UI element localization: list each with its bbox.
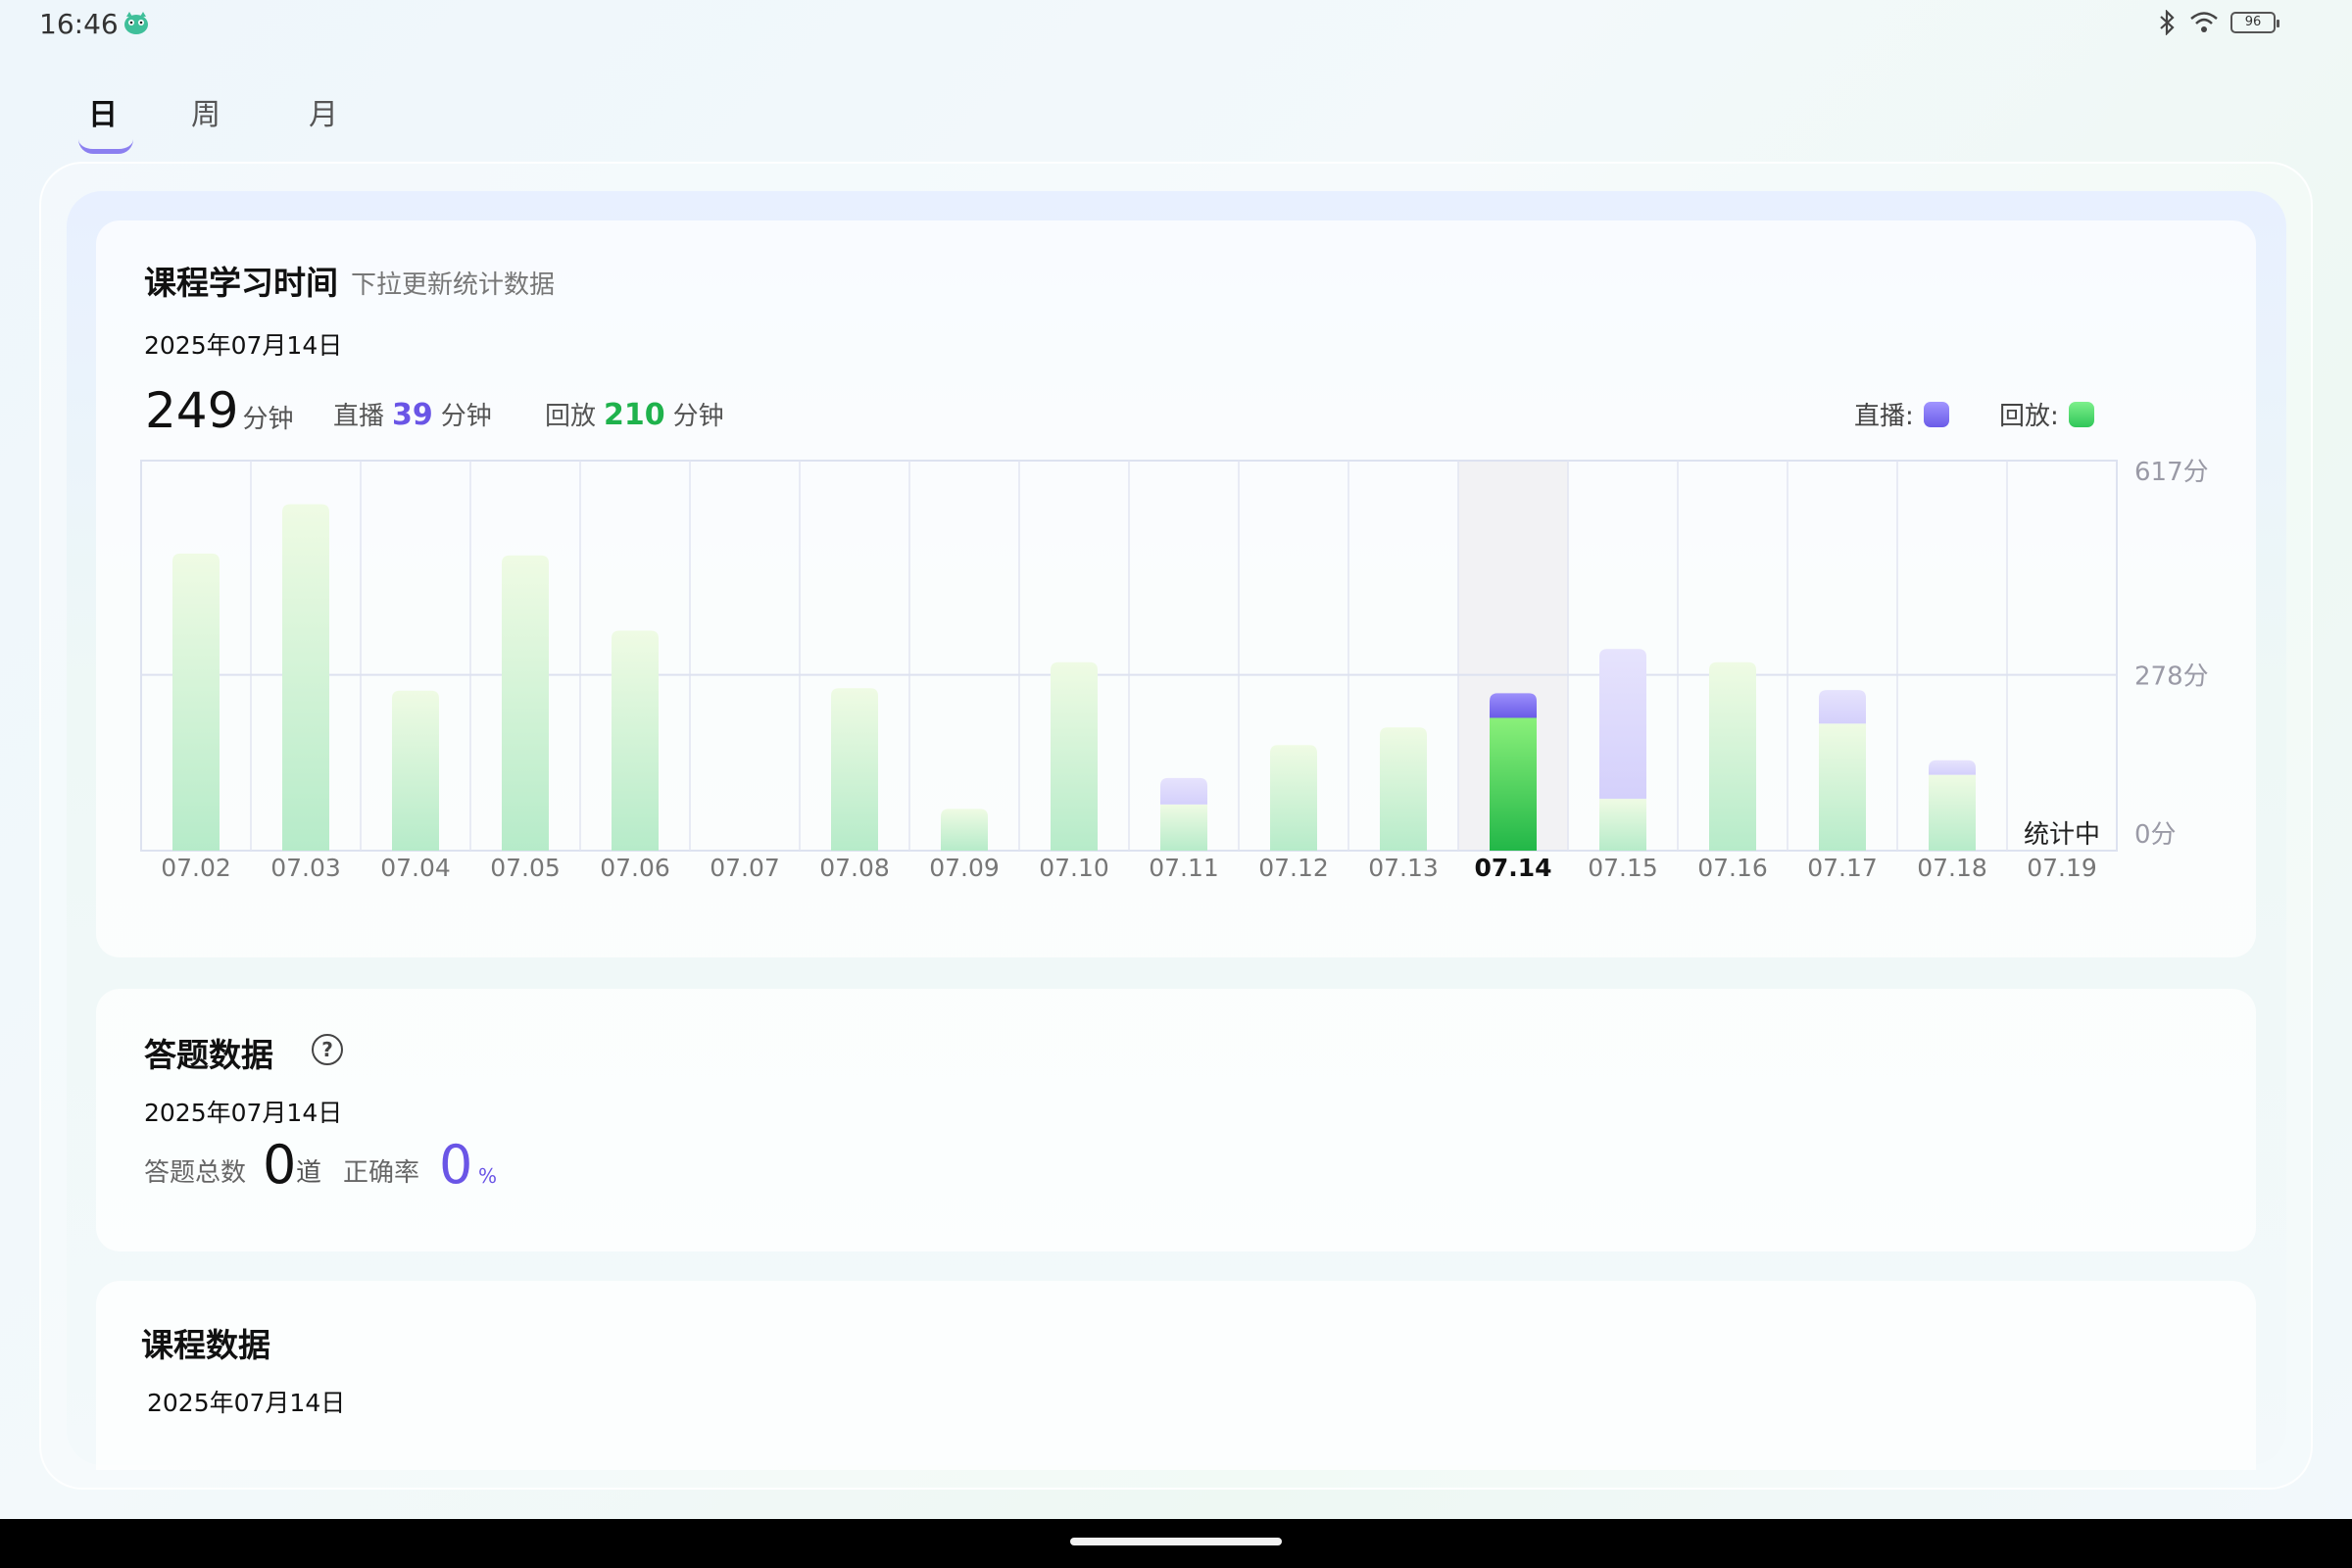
x-tick-label: 07.16 xyxy=(1697,854,1768,882)
bar-replay-07.06 xyxy=(612,630,659,851)
bar-replay-07.12 xyxy=(1270,745,1317,851)
accuracy-unit: % xyxy=(478,1164,498,1188)
x-tick-label: 07.15 xyxy=(1588,854,1658,882)
bar-replay-07.15 xyxy=(1599,799,1646,851)
x-tick-label: 07.10 xyxy=(1039,854,1109,882)
course-card-date: 2025年07月14日 xyxy=(147,1389,346,1417)
x-tick-label: 07.09 xyxy=(929,854,1000,882)
x-tick-label: 07.11 xyxy=(1149,854,1219,882)
study-time-chart: 617分 278分 0分 07.02 07.03 07.04 07.05 07.06 07.07… xyxy=(140,458,2209,882)
answer-card-title: 答题数据 xyxy=(144,1036,273,1074)
x-tick-label: 07.12 xyxy=(1258,854,1329,882)
home-indicator[interactable] xyxy=(1070,1538,1282,1545)
bar-live-07.14 xyxy=(1490,693,1537,718)
x-tick-label: 07.06 xyxy=(600,854,670,882)
bar-replay-07.03 xyxy=(282,504,329,851)
answer-total-unit: 道 xyxy=(296,1158,322,1188)
answer-card-date: 2025年07月14日 xyxy=(144,1099,343,1127)
bar-replay-07.08 xyxy=(831,688,878,851)
bar-live-07.11 xyxy=(1160,777,1207,805)
bar-replay-07.17 xyxy=(1819,723,1866,851)
bar-replay-07.10 xyxy=(1051,662,1098,851)
x-tick-label: 07.04 xyxy=(380,854,451,882)
bar-replay-07.09 xyxy=(941,808,988,851)
bar-replay-07.13 xyxy=(1380,727,1427,851)
bar-replay-07.02 xyxy=(172,553,220,851)
x-tick-label: 07.08 xyxy=(819,854,890,882)
bar-replay-07.05 xyxy=(502,555,549,851)
help-icon[interactable]: ? xyxy=(312,1034,343,1065)
x-tick-label: 07.02 xyxy=(161,854,231,882)
accuracy-value: 0 xyxy=(439,1134,473,1196)
course-data-card xyxy=(96,1281,2256,1470)
y-tick-label: 278分 xyxy=(2134,662,2209,692)
y-tick-label: 0分 xyxy=(2134,820,2177,850)
answer-total-label: 答题总数 xyxy=(144,1158,247,1188)
answer-data-card xyxy=(96,989,2256,1251)
bar-live-07.18 xyxy=(1929,760,1976,775)
bar-live-07.17 xyxy=(1819,690,1866,724)
course-card-title: 课程数据 xyxy=(141,1326,270,1364)
x-tick-label: 07.13 xyxy=(1368,854,1439,882)
x-tick-label: 07.18 xyxy=(1917,854,1987,882)
x-tick-label: 07.07 xyxy=(710,854,780,882)
pending-stat-label: 统计中 xyxy=(2024,820,2100,850)
x-tick-label: 07.03 xyxy=(270,854,341,882)
bar-replay-07.16 xyxy=(1709,662,1756,851)
y-tick-label: 617分 xyxy=(2134,458,2209,487)
x-tick-label: 07.05 xyxy=(490,854,561,882)
bar-live-07.15 xyxy=(1599,649,1646,800)
x-tick-label: 07.14 xyxy=(1474,854,1551,882)
accuracy-label: 正确率 xyxy=(343,1158,420,1188)
bar-replay-07.11 xyxy=(1160,804,1207,851)
x-tick-label: 07.19 xyxy=(2027,854,2097,882)
bar-replay-07.14 xyxy=(1490,717,1537,851)
x-tick-label: 07.17 xyxy=(1807,854,1878,882)
answer-total-value: 0 xyxy=(263,1134,297,1196)
bar-replay-07.18 xyxy=(1929,774,1976,851)
bar-replay-07.04 xyxy=(392,690,439,851)
